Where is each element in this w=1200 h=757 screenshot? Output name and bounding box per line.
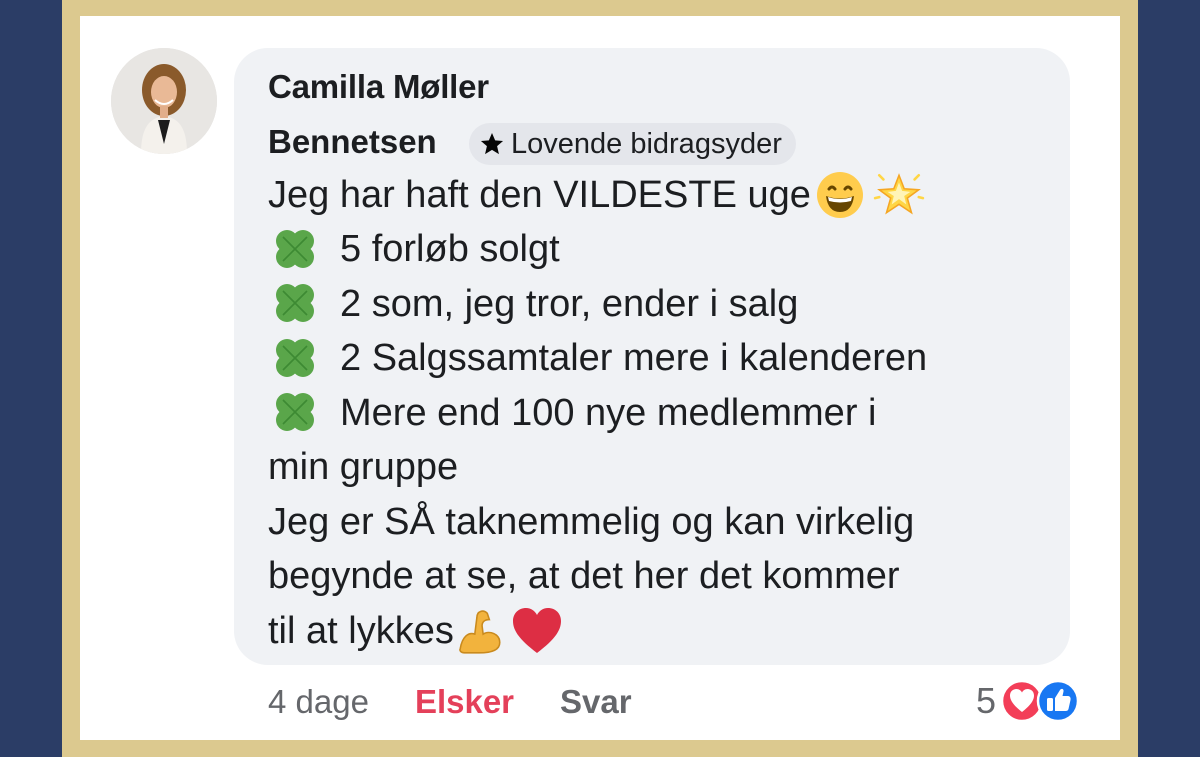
text-line: til at lykkes: [268, 604, 1058, 659]
list-item-text: 2 Salgssamtaler mere i kalenderen: [340, 337, 928, 380]
reaction-summary[interactable]: 5: [976, 678, 1080, 724]
list-item-text: Mere end 100 nye medlemmer i: [340, 391, 877, 434]
text-line-content: begynde at se, at det her det kommer: [268, 555, 900, 598]
reaction-count: 5: [976, 680, 997, 721]
text-line-content: Jeg har haft den VILDESTE uge: [268, 173, 811, 216]
list-item: 2 som, jeg tror, ender i salg: [268, 277, 1058, 332]
author-name-line1[interactable]: Camilla Møller: [268, 70, 489, 103]
like-reaction-icon: [1036, 679, 1080, 723]
four-leaf-clover-icon: [276, 393, 314, 432]
comment-actions: 4 dage Elsker Svar: [268, 680, 632, 724]
list-item: 2 Salgssamtaler mere i kalenderen: [268, 332, 1058, 387]
timestamp[interactable]: 4 dage: [268, 680, 369, 724]
badge-label: Lovende bidragsyder: [511, 127, 782, 160]
text-line: Jeg har haft den VILDESTE uge: [268, 168, 1058, 223]
text-line: Jeg er SÅ taknemmelig og kan virkelig: [268, 495, 1058, 550]
grinning-face-icon: [816, 172, 863, 219]
four-leaf-clover-icon: [276, 229, 314, 268]
text-line-content: til at lykkes: [268, 609, 454, 652]
list-item: Mere end 100 nye medlemmer i: [268, 386, 1058, 441]
text-line: min gruppe: [268, 441, 1058, 496]
text-line-content: min gruppe: [268, 446, 459, 489]
contributor-badge[interactable]: Lovende bidragsyder: [469, 123, 796, 165]
avatar-photo: [111, 48, 217, 154]
list-item-text: 2 som, jeg tror, ender i salg: [340, 282, 799, 325]
list-item: 5 forløb solgt: [268, 223, 1058, 278]
author-name-line2[interactable]: Bennetsen: [268, 125, 437, 158]
text-line-content: Jeg er SÅ taknemmelig og kan virkelig: [268, 500, 915, 543]
four-leaf-clover-icon: [276, 338, 314, 377]
flexed-biceps-icon: [459, 610, 501, 654]
love-button[interactable]: Elsker: [415, 680, 514, 724]
glowing-star-icon: [873, 173, 925, 215]
avatar[interactable]: [111, 48, 217, 154]
text-line: begynde at se, at det her det kommer: [268, 550, 1058, 605]
star-icon: [480, 132, 504, 155]
red-heart-icon: [512, 608, 561, 654]
list-item-text: 5 forløb solgt: [340, 228, 560, 271]
comment-text: Jeg har haft den VILDESTE uge 5 forløb s…: [268, 168, 1058, 659]
four-leaf-clover-icon: [276, 284, 314, 323]
reply-button[interactable]: Svar: [560, 680, 632, 724]
